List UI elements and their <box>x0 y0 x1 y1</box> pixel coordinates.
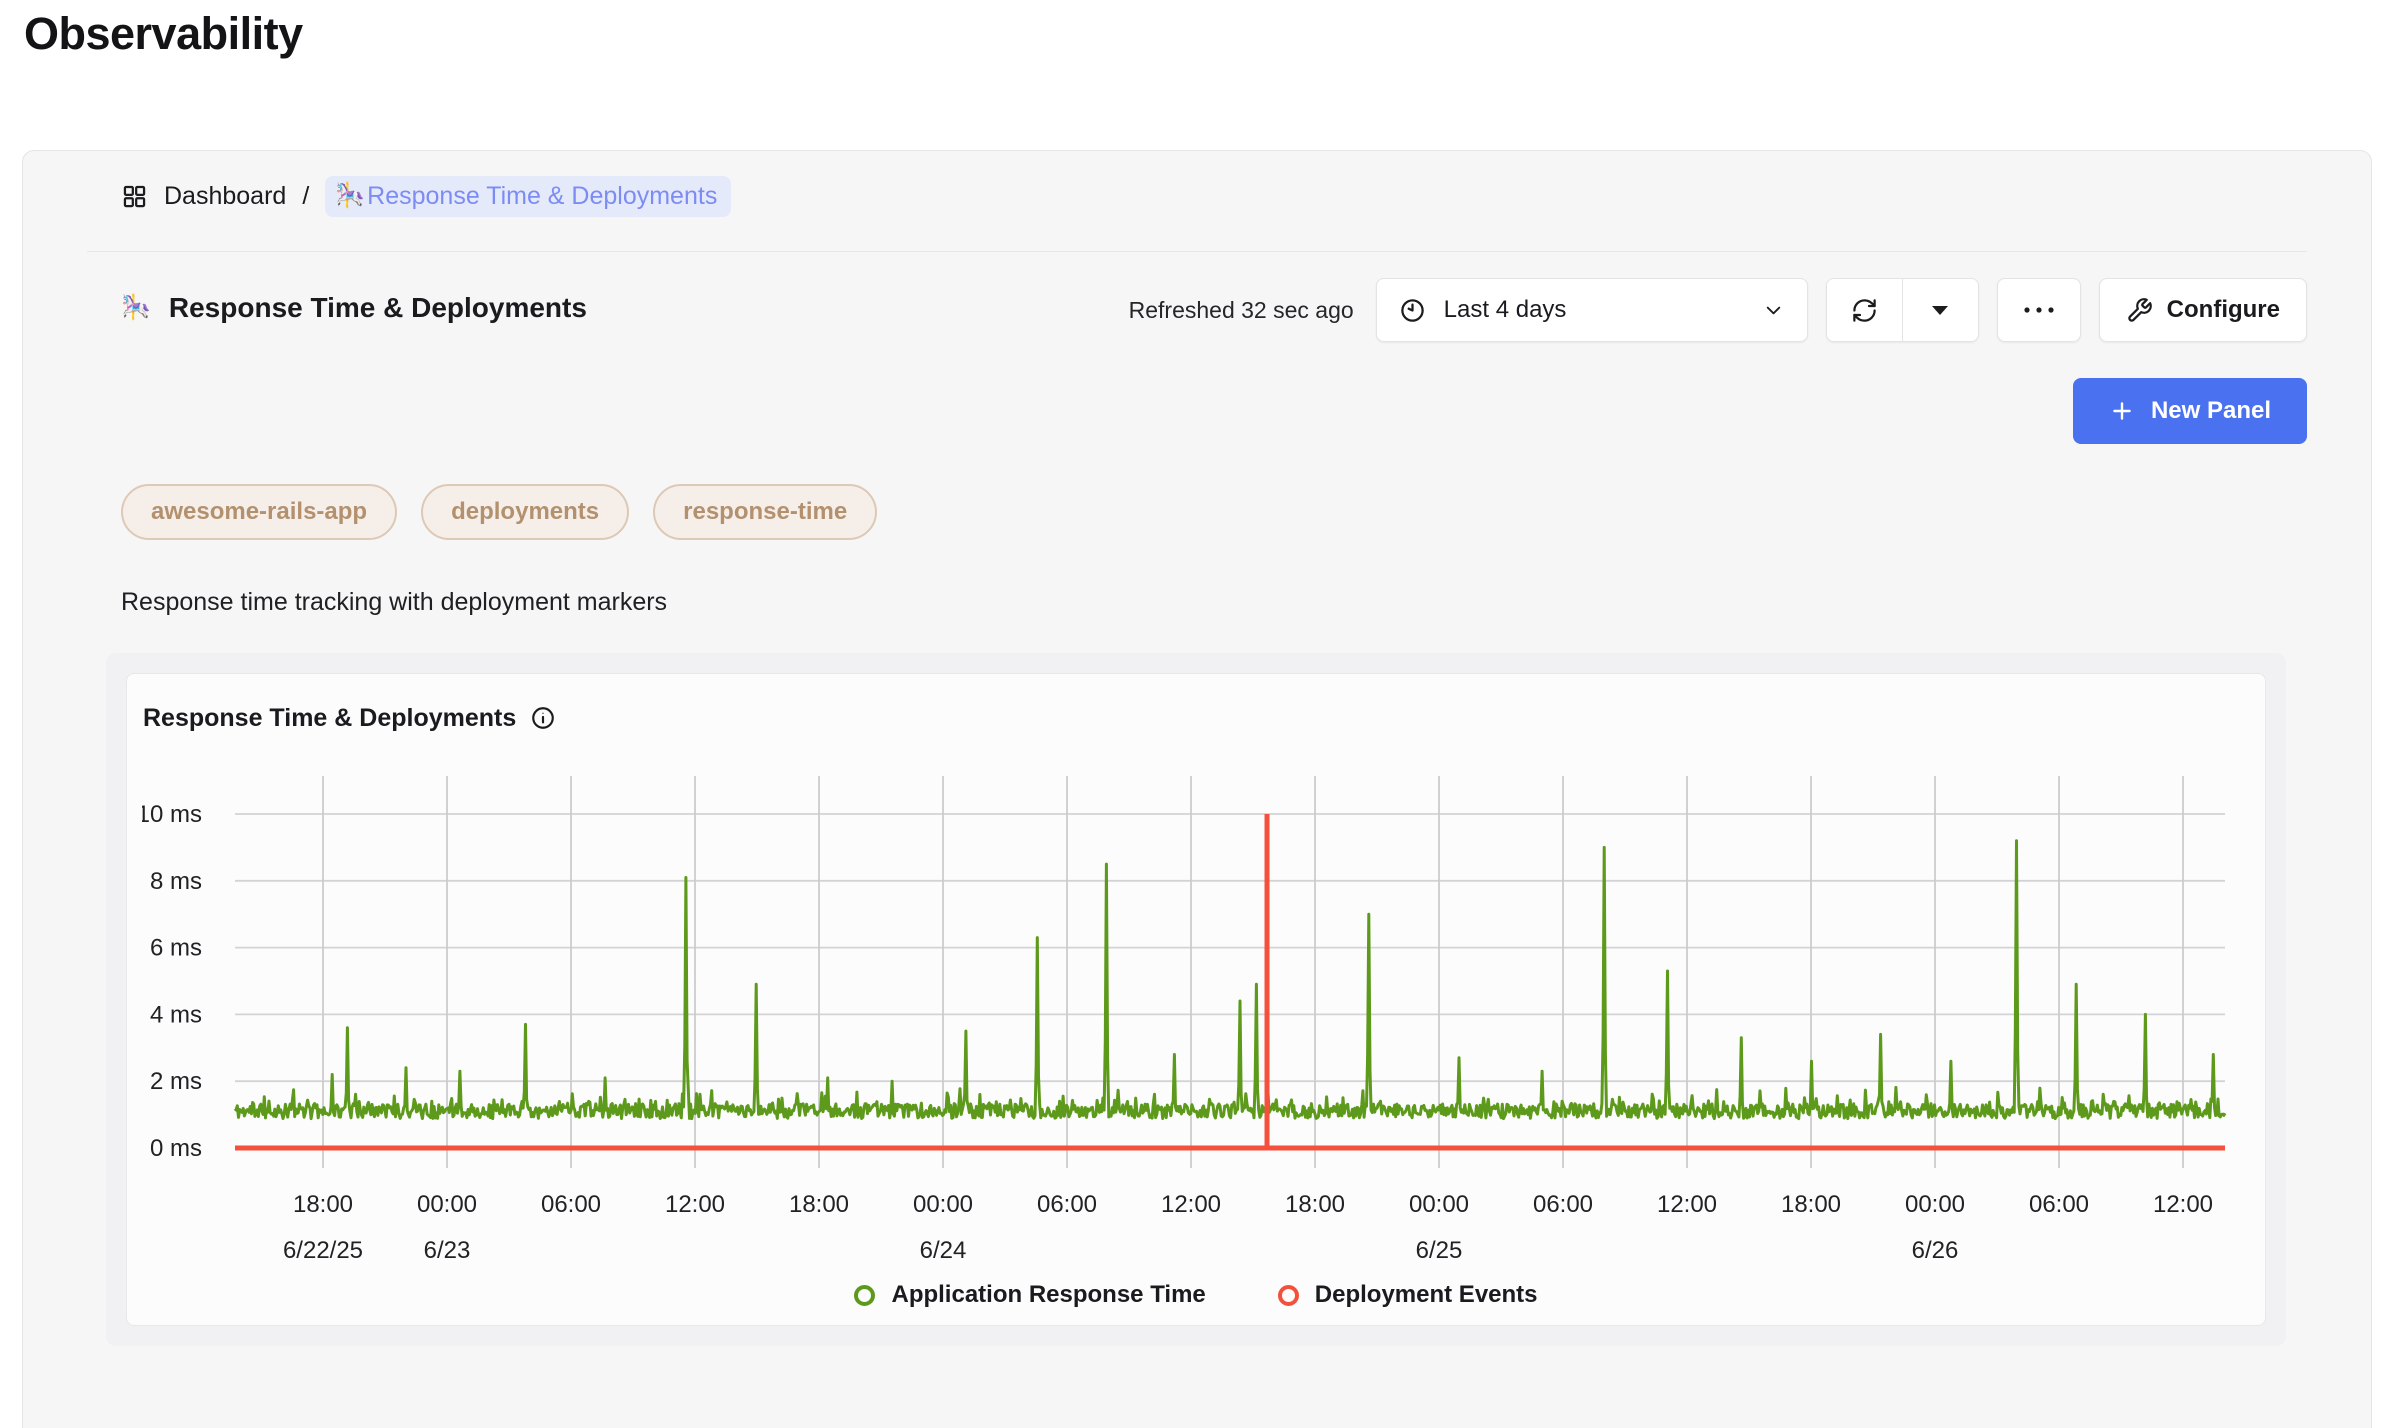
panel-description: Response time tracking with deployment m… <box>121 588 2307 617</box>
x-axis-date-label: 6/26 <box>1912 1237 1959 1264</box>
x-axis-time-label: 00:00 <box>1409 1191 1469 1218</box>
caret-down-icon <box>1931 304 1949 316</box>
y-axis-label: 8 ms <box>150 868 202 895</box>
info-icon[interactable] <box>530 705 556 731</box>
x-axis-time-label: 18:00 <box>293 1191 353 1218</box>
x-axis-time-label: 12:00 <box>2153 1191 2213 1218</box>
carousel-horse-emoji-icon: 🎠 <box>335 184 365 208</box>
plus-icon <box>2109 398 2135 424</box>
time-range-value: Last 4 days <box>1444 296 1567 324</box>
header-divider <box>87 251 2307 252</box>
breadcrumb-current-label: Response Time & Deployments <box>367 182 717 211</box>
new-panel-label: New Panel <box>2151 397 2271 425</box>
tag-awesome-rails-app[interactable]: awesome-rails-app <box>121 484 397 540</box>
refresh-interval-caret-button[interactable] <box>1903 279 1978 341</box>
carousel-horse-emoji-icon: 🎠 <box>121 296 151 320</box>
x-axis-time-label: 06:00 <box>2029 1191 2089 1218</box>
x-axis-date-label: 6/23 <box>424 1237 471 1264</box>
header-controls: Refreshed 32 sec ago Last 4 days <box>1129 278 2307 342</box>
x-axis-time-label: 00:00 <box>417 1191 477 1218</box>
x-axis-time-label: 06:00 <box>1037 1191 1097 1218</box>
legend-application-response-time[interactable]: Application Response Time <box>854 1281 1205 1309</box>
x-axis-time-label: 12:00 <box>665 1191 725 1218</box>
y-axis-label: 4 ms <box>150 1001 202 1028</box>
dashboard-card: Dashboard / 🎠 Response Time & Deployment… <box>22 150 2372 1428</box>
tag-list: awesome-rails-app deployments response-t… <box>121 484 2307 540</box>
legend-deployment-events[interactable]: Deployment Events <box>1278 1281 1538 1309</box>
clock-icon <box>1399 297 1426 324</box>
panel-header: 🎠 Response Time & Deployments Refreshed … <box>121 278 2307 342</box>
x-axis-time-label: 18:00 <box>1285 1191 1345 1218</box>
breadcrumb-root-label: Dashboard <box>164 182 286 211</box>
breadcrumb-current-page[interactable]: 🎠 Response Time & Deployments <box>325 176 731 217</box>
chart-canvas: 0 ms 2 ms 4 ms 6 ms 8 ms 10 ms 18:00 6/22/25 00:… <box>142 776 2252 1281</box>
page-title: Observability <box>22 8 2372 60</box>
more-options-button[interactable] <box>1997 278 2081 342</box>
panel-title-label: Response Time & Deployments <box>169 292 587 324</box>
breadcrumb-separator: / <box>302 182 309 211</box>
tag-deployments[interactable]: deployments <box>421 484 629 540</box>
x-axis-time-label: 12:00 <box>1161 1191 1221 1218</box>
breadcrumb: Dashboard / 🎠 Response Time & Deployment… <box>121 173 2307 219</box>
chevron-down-icon <box>1762 299 1785 322</box>
refresh-split-button <box>1826 278 1979 342</box>
x-axis-time-label: 18:00 <box>1781 1191 1841 1218</box>
x-axis-time-label: 06:00 <box>541 1191 601 1218</box>
response-time-chart[interactable]: 0 ms 2 ms 4 ms 6 ms 8 ms 10 ms 18:00 6/22/25 00:… <box>142 776 2252 1281</box>
panel-title: 🎠 Response Time & Deployments <box>121 278 587 324</box>
green-circle-icon <box>854 1285 875 1306</box>
x-axis-time-label: 00:00 <box>1905 1191 1965 1218</box>
y-axis-label: 0 ms <box>150 1135 202 1162</box>
refreshed-status: Refreshed 32 sec ago <box>1129 297 1354 324</box>
chart-title: Response Time & Deployments <box>143 704 516 733</box>
red-circle-icon <box>1278 1285 1299 1306</box>
dashboard-grid-icon <box>121 183 148 210</box>
refresh-button[interactable] <box>1827 279 1902 341</box>
tag-response-time[interactable]: response-time <box>653 484 877 540</box>
chart-panel-wrapper: Response Time & Deployments 0 ms 2 ms 4 ms… <box>106 653 2286 1346</box>
x-axis-time-label: 18:00 <box>789 1191 849 1218</box>
x-axis-time-label: 12:00 <box>1657 1191 1717 1218</box>
x-axis-time-label: 06:00 <box>1533 1191 1593 1218</box>
configure-label: Configure <box>2167 296 2280 324</box>
new-panel-button[interactable]: New Panel <box>2073 378 2307 444</box>
chart-title-row: Response Time & Deployments <box>127 698 2265 738</box>
y-axis-label: 6 ms <box>150 935 202 962</box>
x-axis-date-label: 6/25 <box>1416 1237 1463 1264</box>
time-range-select[interactable]: Last 4 days <box>1376 278 1808 342</box>
chart-card: Response Time & Deployments 0 ms 2 ms 4 ms… <box>126 673 2266 1326</box>
y-axis-label: 2 ms <box>150 1068 202 1095</box>
x-axis-date-label: 6/24 <box>920 1237 967 1264</box>
ellipsis-icon <box>2022 305 2056 315</box>
x-axis-time-label: 00:00 <box>913 1191 973 1218</box>
new-panel-row: New Panel <box>87 378 2307 444</box>
breadcrumb-dashboard-link[interactable]: Dashboard / <box>164 182 309 211</box>
series-application-response-time <box>235 841 2225 1119</box>
x-axis-date-label: 6/22/25 <box>283 1237 363 1264</box>
chart-legend: Application Response Time Deployment Eve… <box>127 1281 2265 1309</box>
refresh-icon <box>1851 297 1878 324</box>
y-axis-label: 10 ms <box>142 801 202 828</box>
configure-button[interactable]: Configure <box>2099 278 2307 342</box>
wrench-tools-icon <box>2126 297 2153 324</box>
